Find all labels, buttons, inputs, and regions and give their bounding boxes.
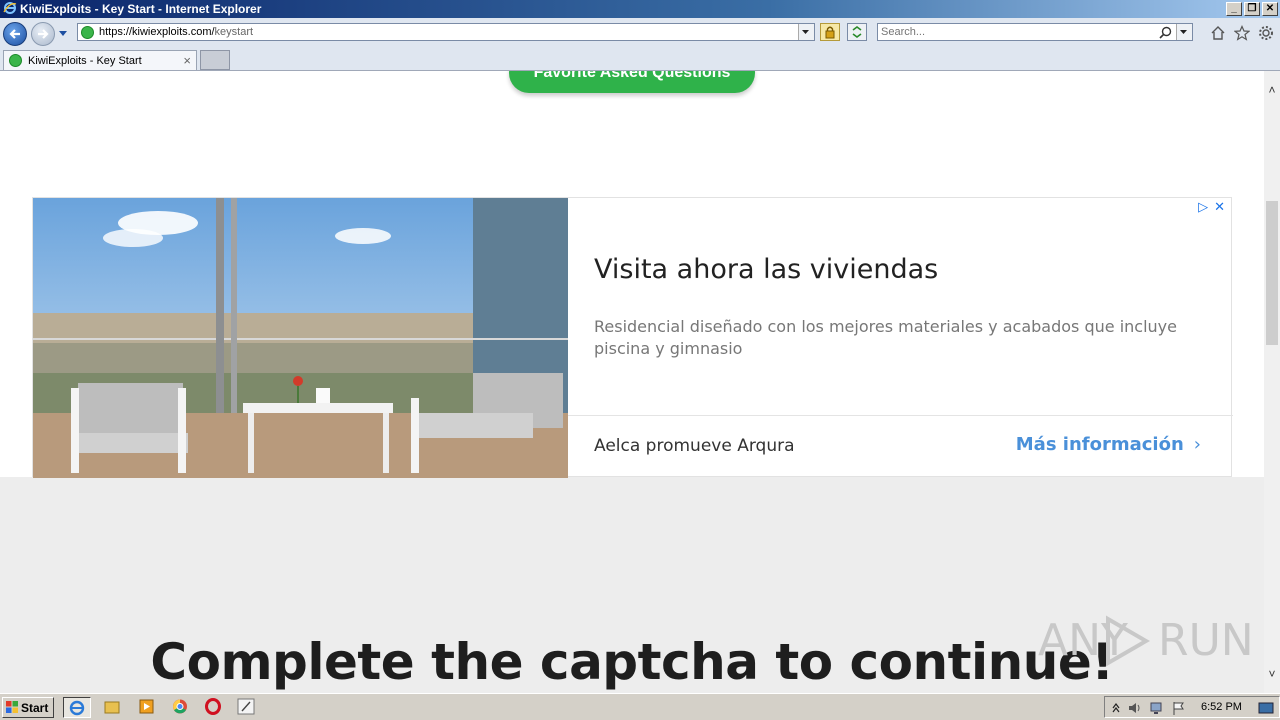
tab-kiwiexploits[interactable]: KiwiExploits - Key Start × bbox=[3, 50, 197, 70]
scroll-down-button[interactable]: ˅ bbox=[1264, 667, 1280, 681]
taskbar-media-player[interactable] bbox=[133, 697, 161, 718]
site-favicon-icon bbox=[81, 26, 94, 39]
internet-explorer-icon bbox=[3, 2, 17, 14]
network-icon[interactable] bbox=[1149, 700, 1165, 716]
window-title-bar: KiwiExploits - Key Start - Internet Expl… bbox=[0, 0, 1280, 18]
opera-icon bbox=[205, 698, 221, 715]
security-lock-button[interactable] bbox=[820, 23, 840, 41]
ad-divider bbox=[568, 415, 1233, 416]
ad-more-info-link[interactable]: Más información › bbox=[1016, 434, 1201, 455]
internet-explorer-icon bbox=[69, 700, 85, 716]
ad-advertiser: Aelca promueve Arqura bbox=[594, 436, 795, 456]
address-bar[interactable]: https://kiwiexploits.com/keystart bbox=[77, 23, 815, 41]
faq-button[interactable]: Favorite Asked Questions bbox=[509, 71, 755, 93]
action-center-flag-icon[interactable] bbox=[1171, 700, 1187, 716]
start-label: Start bbox=[21, 701, 49, 715]
taskbar-app[interactable] bbox=[233, 697, 261, 718]
vertical-scrollbar[interactable]: ˄ ˅ bbox=[1264, 71, 1280, 693]
page-viewport: Favorite Asked Questions ▷ ✕ Visita ahor… bbox=[0, 71, 1264, 693]
tab-bar: KiwiExploits - Key Start × bbox=[0, 48, 1280, 71]
minimize-button[interactable]: _ bbox=[1226, 2, 1242, 16]
watermark-run: RUN bbox=[1158, 615, 1254, 666]
restore-button[interactable]: ❐ bbox=[1244, 2, 1260, 16]
tab-favicon-icon bbox=[9, 54, 22, 67]
taskbar-internet-explorer[interactable] bbox=[63, 697, 91, 718]
address-url[interactable]: https://kiwiexploits.com/keystart bbox=[99, 26, 253, 38]
chrome-icon bbox=[173, 699, 187, 714]
search-box[interactable] bbox=[877, 23, 1193, 41]
start-button[interactable]: Start bbox=[2, 697, 54, 718]
ad-photo-illustration bbox=[33, 198, 568, 478]
advertisement[interactable]: ▷ ✕ Visita ahora las viviendas Residenci… bbox=[32, 197, 1233, 478]
taskbar-clock[interactable]: 6:52 PM bbox=[1201, 701, 1242, 713]
windows-flag-icon bbox=[6, 701, 18, 713]
media-player-icon bbox=[139, 699, 154, 714]
anyrun-watermark: ANY RUN bbox=[1038, 611, 1254, 671]
window-title: KiwiExploits - Key Start - Internet Expl… bbox=[20, 2, 262, 16]
search-icon[interactable] bbox=[1159, 26, 1172, 39]
system-tray: 6:52 PM bbox=[1104, 696, 1280, 718]
favorites-star-icon[interactable] bbox=[1234, 25, 1250, 41]
search-dropdown-button[interactable] bbox=[1176, 24, 1192, 40]
lock-icon bbox=[825, 26, 835, 39]
search-input[interactable] bbox=[881, 25, 1151, 39]
recent-pages-dropdown-icon[interactable] bbox=[58, 28, 68, 38]
folder-icon bbox=[104, 701, 120, 714]
show-desktop-icon[interactable] bbox=[1257, 700, 1275, 716]
back-button[interactable] bbox=[3, 22, 27, 46]
ad-headline[interactable]: Visita ahora las viviendas bbox=[594, 254, 938, 285]
pen-tool-icon bbox=[237, 698, 255, 715]
refresh-button[interactable] bbox=[847, 23, 867, 41]
navigation-bar: https://kiwiexploits.com/keystart bbox=[0, 18, 1280, 48]
taskbar-chrome[interactable] bbox=[167, 697, 195, 718]
chevron-down-icon bbox=[1180, 30, 1187, 34]
settings-gear-icon[interactable] bbox=[1258, 25, 1274, 41]
home-icon[interactable] bbox=[1210, 25, 1226, 41]
refresh-icon bbox=[852, 26, 862, 38]
ad-close-icon[interactable]: ✕ bbox=[1214, 199, 1225, 215]
taskbar-file-explorer[interactable] bbox=[99, 697, 127, 718]
taskbar: Start 6:52 PM bbox=[0, 693, 1280, 720]
show-hidden-icons-icon[interactable] bbox=[1111, 701, 1121, 715]
ad-image-balcony[interactable] bbox=[33, 198, 568, 478]
play-logo-icon bbox=[1106, 615, 1150, 667]
ad-description: Residencial diseñado con los mejores mat… bbox=[594, 317, 1177, 358]
close-window-button[interactable]: ✕ bbox=[1262, 2, 1278, 16]
address-dropdown-button[interactable] bbox=[798, 24, 814, 40]
volume-icon[interactable] bbox=[1127, 700, 1143, 716]
new-tab-button[interactable] bbox=[200, 50, 230, 70]
taskbar-opera[interactable] bbox=[200, 697, 228, 718]
tab-label: KiwiExploits - Key Start bbox=[28, 55, 142, 67]
chevron-right-icon: › bbox=[1193, 434, 1201, 455]
scroll-thumb[interactable] bbox=[1266, 201, 1278, 345]
chevron-down-icon bbox=[802, 30, 809, 34]
ad-choices-icon[interactable]: ▷ bbox=[1198, 199, 1208, 215]
scroll-up-button[interactable]: ˄ bbox=[1264, 83, 1280, 97]
tab-close-button[interactable]: × bbox=[183, 53, 191, 68]
forward-arrow-icon bbox=[38, 29, 49, 39]
ad-cta-label[interactable]: Más información bbox=[1016, 434, 1184, 455]
back-arrow-icon bbox=[9, 29, 20, 39]
ad-choices[interactable]: ▷ ✕ bbox=[1198, 199, 1225, 215]
forward-button[interactable] bbox=[31, 22, 55, 46]
